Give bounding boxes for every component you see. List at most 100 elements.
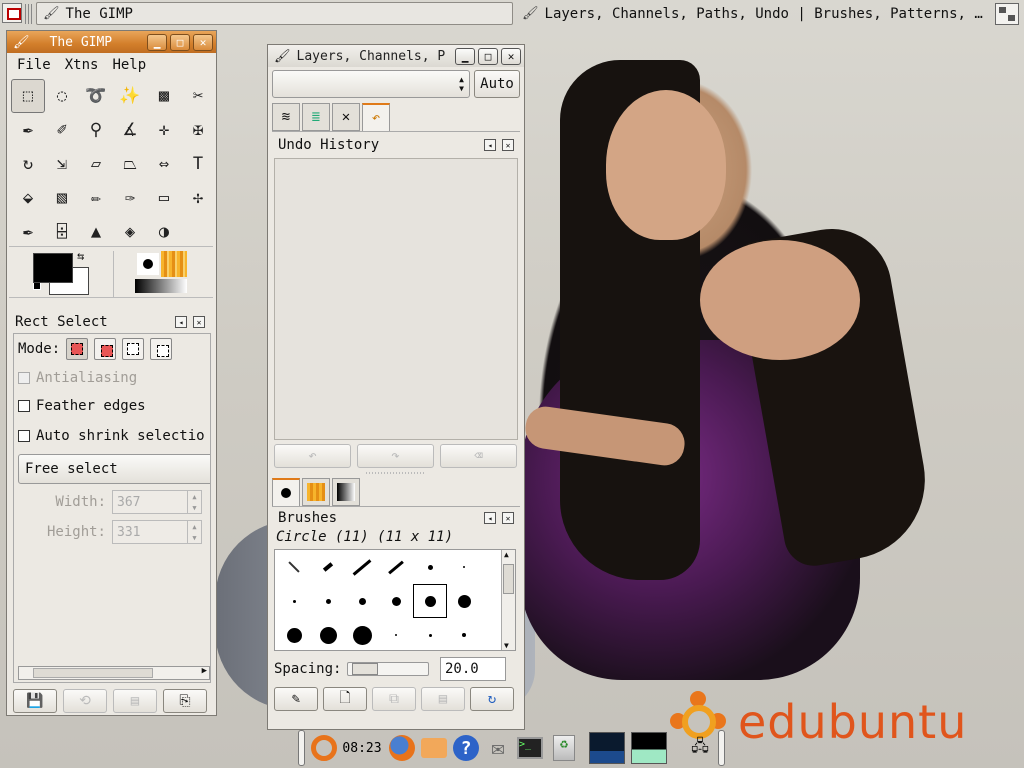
close-icon[interactable]: ✕ xyxy=(501,47,521,65)
redo-button[interactable]: ↷ xyxy=(357,444,434,468)
brush-item[interactable] xyxy=(277,618,311,652)
mode-intersect-button[interactable] xyxy=(150,338,173,360)
brush-item[interactable] xyxy=(345,550,379,584)
scissors-icon[interactable]: ✂ xyxy=(181,79,215,113)
firefox-icon[interactable] xyxy=(386,732,418,764)
maximize-icon[interactable]: □ xyxy=(478,47,498,65)
airbrush-icon[interactable]: ✢ xyxy=(181,181,215,215)
active-gradient-indicator[interactable] xyxy=(135,279,187,293)
fixed-mode-combo[interactable]: Free select xyxy=(18,454,210,484)
menu-file[interactable]: File xyxy=(17,57,51,73)
lasso-icon[interactable]: ➰ xyxy=(79,79,113,113)
tab-menu-icon[interactable]: ◂ xyxy=(175,316,187,328)
panel-handle[interactable] xyxy=(25,4,33,24)
brush-item[interactable] xyxy=(345,584,379,618)
tab-undo[interactable]: ↶ xyxy=(362,103,390,131)
active-pattern-indicator[interactable] xyxy=(161,251,187,277)
tab-paths[interactable]: ✕ xyxy=(332,103,360,131)
perspective-icon[interactable]: ⏢ xyxy=(113,147,147,181)
zoom-icon[interactable]: ⚲ xyxy=(79,113,113,147)
close-tab-icon[interactable]: ✕ xyxy=(502,139,514,151)
dodge-burn-icon[interactable]: ◑ xyxy=(147,215,181,249)
select-by-color-icon[interactable]: ▩ xyxy=(147,79,181,113)
measure-icon[interactable]: ∡ xyxy=(113,113,147,147)
tab-layers[interactable]: ≋ xyxy=(272,103,300,131)
spin-arrows-icon[interactable]: ▲ ▼ xyxy=(187,491,201,513)
image-menu-combo[interactable]: ▲ ▼ xyxy=(272,70,470,98)
brush-item[interactable] xyxy=(447,618,481,652)
home-folder-icon[interactable] xyxy=(418,732,450,764)
heal-icon[interactable]: ▲ xyxy=(79,215,113,249)
move-icon[interactable]: ✛ xyxy=(147,113,181,147)
brush-item[interactable] xyxy=(413,550,447,584)
close-tab-icon[interactable]: ✕ xyxy=(193,316,205,328)
close-tab-icon[interactable]: ✕ xyxy=(502,512,514,524)
pane-divider[interactable] xyxy=(272,468,520,478)
swap-colors-icon[interactable]: ⇆ xyxy=(77,249,84,263)
show-desktop-icon[interactable] xyxy=(2,3,22,23)
convolve-icon[interactable]: ◈ xyxy=(113,215,147,249)
taskbar-button-dock[interactable]: 🖌 Layers, Channels, Paths, Undo | Brushe… xyxy=(518,2,990,25)
trash-icon[interactable]: ♻ xyxy=(548,732,580,764)
system-monitor-icon[interactable] xyxy=(588,732,626,764)
feather-edges-checkbox[interactable] xyxy=(18,400,30,412)
slider-handle[interactable] xyxy=(352,663,379,675)
brush-item[interactable] xyxy=(379,618,413,652)
toolbox-titlebar[interactable]: 🖌 The GIMP ▁ □ ✕ xyxy=(7,31,216,53)
brush-item[interactable] xyxy=(311,550,345,584)
tab-gradients[interactable] xyxy=(332,478,360,506)
color-picker-icon[interactable]: ✐ xyxy=(45,113,79,147)
mail-icon[interactable]: ✉ xyxy=(482,732,514,764)
ubuntu-menu-icon[interactable] xyxy=(308,732,340,764)
default-colors-icon[interactable] xyxy=(33,282,41,290)
blend-icon[interactable]: ▧ xyxy=(45,181,79,215)
brush-item[interactable] xyxy=(379,550,413,584)
tab-menu-icon[interactable]: ◂ xyxy=(484,139,496,151)
mode-replace-button[interactable] xyxy=(66,338,89,360)
terminal-icon[interactable]: >_ xyxy=(514,732,546,764)
shear-icon[interactable]: ▱ xyxy=(79,147,113,181)
clone-icon[interactable]: ⌹ xyxy=(45,215,79,249)
brush-grid[interactable] xyxy=(277,550,481,652)
rotate-icon[interactable]: ↻ xyxy=(11,147,45,181)
rect-select-icon[interactable]: ⬚ xyxy=(11,79,45,113)
taskbar-button-gimp[interactable]: 🖌 The GIMP xyxy=(36,2,513,25)
active-brush-indicator[interactable] xyxy=(137,253,159,275)
brush-item[interactable] xyxy=(379,584,413,618)
workspace-switcher-icon[interactable] xyxy=(995,3,1019,25)
new-brush-button[interactable]: 🗋 xyxy=(323,687,367,711)
smudge-icon[interactable] xyxy=(181,215,215,249)
delete-brush-button[interactable]: ▤ xyxy=(421,687,465,711)
crop-icon[interactable]: ✠ xyxy=(181,113,215,147)
restore-options-button[interactable]: ⟲ xyxy=(63,689,107,713)
duplicate-brush-button[interactable]: ⧉ xyxy=(372,687,416,711)
antialiasing-checkbox[interactable] xyxy=(18,372,30,384)
tab-brushes[interactable] xyxy=(272,478,300,506)
tab-channels[interactable]: ≣ xyxy=(302,103,330,131)
eraser-icon[interactable]: ▭ xyxy=(147,181,181,215)
brush-item[interactable] xyxy=(311,584,345,618)
scale-icon[interactable]: ⇲ xyxy=(45,147,79,181)
menu-help[interactable]: Help xyxy=(112,57,146,73)
flip-icon[interactable]: ⇔ xyxy=(147,147,181,181)
clock[interactable]: 08:23 xyxy=(342,732,382,764)
tab-patterns[interactable] xyxy=(302,478,330,506)
spacing-slider[interactable] xyxy=(347,662,430,676)
spacing-value[interactable]: 20.0 xyxy=(440,657,506,681)
close-icon[interactable]: ✕ xyxy=(193,33,213,51)
pencil-icon[interactable]: ✏ xyxy=(79,181,113,215)
brush-item[interactable] xyxy=(413,618,447,652)
maximize-icon[interactable]: □ xyxy=(170,33,190,51)
paintbrush-icon[interactable]: ✑ xyxy=(113,181,147,215)
width-spinbutton[interactable]: 367 ▲ ▼ xyxy=(112,490,202,514)
save-options-button[interactable]: 💾 xyxy=(13,689,57,713)
ellipse-select-icon[interactable]: ◌ xyxy=(45,79,79,113)
brush-scrollbar[interactable]: ▲ ▼ xyxy=(501,550,515,650)
brush-item[interactable] xyxy=(277,584,311,618)
auto-shrink-checkbox[interactable] xyxy=(18,430,30,442)
memory-monitor-icon[interactable] xyxy=(630,732,668,764)
clear-undo-button[interactable]: ⌫ xyxy=(440,444,517,468)
delete-options-button[interactable]: ▤ xyxy=(113,689,157,713)
paths-icon[interactable]: ✒ xyxy=(11,113,45,147)
auto-button[interactable]: Auto xyxy=(474,70,520,98)
